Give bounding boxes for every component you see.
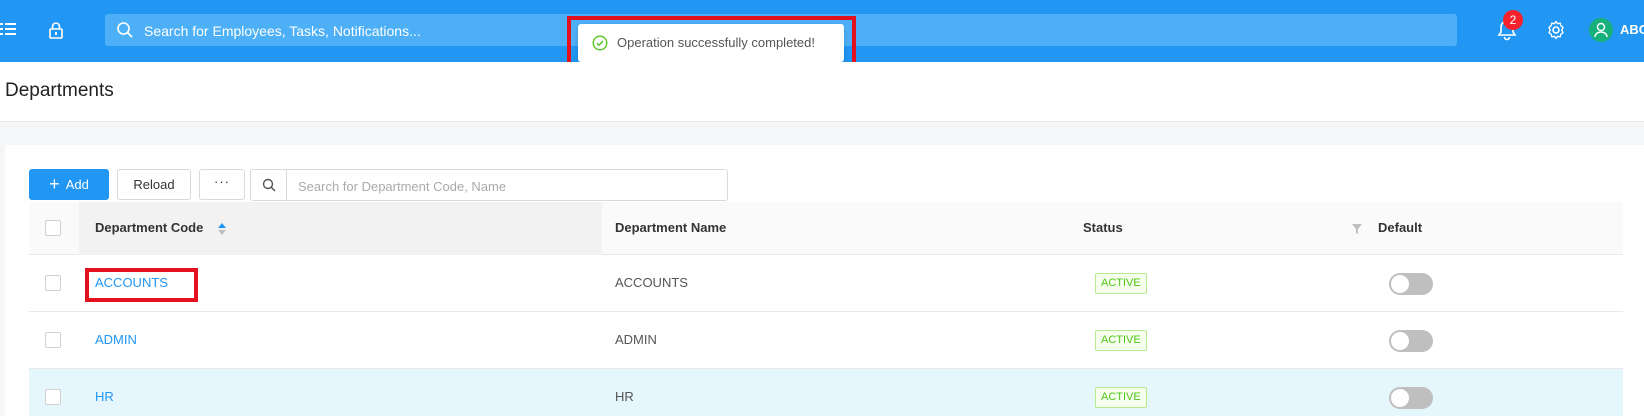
code-highlight-box (85, 268, 198, 302)
row-checkbox[interactable] (45, 332, 61, 348)
department-name: ACCOUNTS (615, 275, 688, 290)
lock-icon[interactable] (47, 21, 65, 39)
sort-icon[interactable] (217, 222, 227, 236)
department-name: ADMIN (615, 332, 657, 347)
reload-button[interactable]: Reload (117, 169, 191, 200)
menu-icon[interactable] (0, 22, 16, 36)
column-header-department-code[interactable]: Department Code (95, 220, 203, 235)
department-search-placeholder: Search for Department Code, Name (298, 179, 507, 194)
status-badge: ACTIVE (1095, 330, 1147, 351)
add-button-label: Add (65, 177, 89, 192)
status-badge: ACTIVE (1095, 273, 1147, 294)
table-row[interactable]: ADMIN ADMIN ACTIVE (29, 312, 1623, 369)
search-icon (262, 178, 276, 192)
notification-count-badge: 2 (1503, 10, 1523, 30)
department-code-link[interactable]: HR (95, 389, 114, 404)
page-header: Departments (0, 62, 1644, 122)
default-toggle[interactable] (1389, 387, 1433, 409)
search-icon (117, 22, 133, 38)
gear-icon[interactable] (1546, 20, 1566, 40)
column-header-default[interactable]: Default (1378, 220, 1422, 235)
plus-icon: + (49, 174, 60, 194)
table-row[interactable]: ACCOUNTS ACCOUNTS ACTIVE (29, 255, 1623, 312)
table-row[interactable]: HR HR ACTIVE (29, 369, 1623, 416)
department-name: HR (615, 389, 634, 404)
user-icon (1594, 22, 1608, 38)
table-search-button[interactable] (250, 169, 287, 201)
department-search-input[interactable]: Search for Department Code, Name (287, 169, 728, 201)
default-toggle[interactable] (1389, 273, 1433, 295)
default-toggle[interactable] (1389, 330, 1433, 352)
column-header-department-name[interactable]: Department Name (615, 220, 726, 235)
user-name[interactable]: ABC (1620, 22, 1644, 37)
more-options-button[interactable]: ··· (199, 169, 245, 200)
status-badge: ACTIVE (1095, 387, 1147, 408)
row-checkbox[interactable] (45, 389, 61, 405)
avatar[interactable] (1589, 18, 1613, 42)
row-checkbox[interactable] (45, 275, 61, 291)
table-header: Department Code Department Name Status D… (29, 202, 1623, 255)
global-search-placeholder: Search for Employees, Tasks, Notificatio… (144, 23, 421, 39)
column-header-status[interactable]: Status (1083, 220, 1123, 235)
filter-icon[interactable] (1352, 224, 1362, 234)
department-code-link[interactable]: ADMIN (95, 332, 137, 347)
add-button[interactable]: + Add (29, 169, 109, 200)
page-title: Departments (5, 80, 114, 101)
select-all-checkbox[interactable] (45, 220, 61, 236)
